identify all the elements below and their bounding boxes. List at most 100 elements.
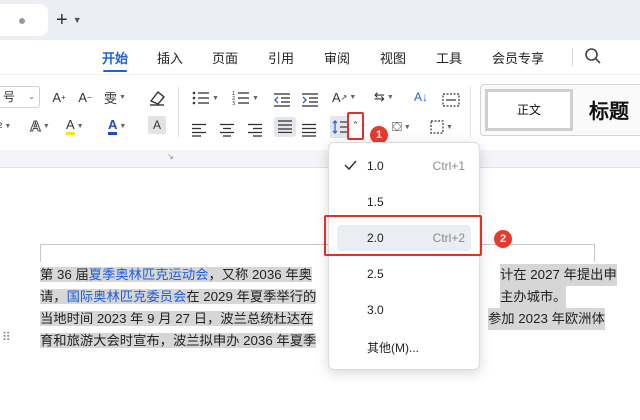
chevron-down-icon: ▼ [119,122,127,130]
shading-icon: A [152,118,161,132]
shading-button[interactable]: ⛋ ▼ [392,117,411,137]
justify-button[interactable] [274,117,296,137]
dialog-launcher-icon[interactable]: ↘ [167,152,174,161]
tab-insert[interactable]: 插入 [157,48,183,67]
style-heading[interactable]: 标题 [589,95,629,124]
increase-indent-icon[interactable] [302,90,318,110]
superscript-glyph: ² [0,118,3,134]
highlight-button[interactable]: A ▼ [66,116,84,136]
clear-format-icon[interactable] [147,88,167,108]
plus-icon: + [56,9,68,31]
pinyin-guide-button[interactable]: 雯 ▼ [104,87,126,107]
tab-page[interactable]: 页面 [212,48,238,67]
line-spacing-option-more[interactable]: 其他(M)... [337,333,471,359]
new-tab-button[interactable]: + ▼ [56,10,92,30]
search-icon[interactable] [584,47,602,65]
document-tab[interactable] [0,4,48,36]
text-effect-icon: A [30,117,42,135]
shrink-font-icon: A [78,89,87,105]
pinyin-icon: 雯 [104,90,118,106]
line-spacing-option-1-0[interactable]: 1.0 Ctrl+1 [337,153,471,179]
text-direction-button[interactable]: ⇆ ▼ [374,87,394,107]
style-normal[interactable]: 正文 [485,89,573,131]
chevron-down-icon: ▼ [72,15,82,25]
text-run: 当地时间 2023 年 9 月 27 日，波兰总统杜达在 [40,311,314,326]
borders-button[interactable]: ▼ [430,117,453,137]
bullet-list-button[interactable]: ▼ [192,88,219,108]
grow-font-button[interactable]: A + [48,87,70,107]
chevron-down-icon: ▼ [403,123,411,131]
font-color-icon: A [108,117,118,135]
chevron-up-icon: ⌃ [351,120,360,130]
menu-divider [572,48,573,66]
tab-view[interactable]: 视图 [380,48,406,67]
highlighter-icon: A [66,117,75,135]
chevron-down-icon: ▼ [349,93,357,101]
tab-membership[interactable]: 会员专享 [492,48,544,67]
line-spacing-option-2-5[interactable]: 2.5 [337,261,471,287]
chevron-down-icon: ▼ [212,94,219,102]
line-spacing-dropdown-toggle[interactable]: ⌃ [347,112,364,140]
text-effect-button[interactable]: A ▼ [30,116,50,136]
paint-bucket-icon: ⛋ [392,119,402,134]
align-left-icon[interactable] [192,120,206,140]
hyperlink[interactable]: 夏季奥林匹克运动会 [88,267,209,282]
document-line-1[interactable]: 第 36 届夏季奥林匹克运动会，又称 2036 年奥 计在 2027 年提出申 [40,264,617,286]
change-case-arrow-icon: ↗ [340,92,348,102]
active-tab-indicator [103,70,127,72]
chevron-down-icon: ▼ [252,94,259,102]
sort-icon: A↓ [414,90,429,104]
text-direction-icon: ⇆ [374,89,385,104]
change-case-icon: A [332,89,341,105]
ribbon-footer: ↘ [0,150,640,168]
numbered-list-icon: 123 [232,91,249,105]
document-line-4[interactable]: 育和旅游大会时宣布，波兰拟申办 2036 年夏季 [40,330,600,352]
margin-corner-right [594,244,595,262]
document-line-2[interactable]: 请，国际奥林匹克委员会在 2029 年夏季举行的 主办城市。 [40,286,600,308]
line-spacing-menu: 1.0 Ctrl+1 1.5 2.0 Ctrl+2 2.5 3.0 其他(M).… [328,142,480,370]
tab-tools[interactable]: 工具 [436,48,462,67]
text-run: ，又称 2036 年奥 [208,267,312,282]
ribbon-divider [470,86,471,138]
minus-small-icon: − [87,92,92,102]
shrink-font-button[interactable]: A − [74,87,96,107]
paragraph-drag-handle-icon[interactable]: ⠿ [2,330,12,344]
decrease-indent-icon[interactable] [274,90,290,110]
text-run: 主办城市。 [500,286,567,308]
document-line-3[interactable]: 当地时间 2023 年 9 月 27 日，波兰总统杜达在 参加 2023 年欧洲体 [40,308,605,330]
chevron-down-icon: ▼ [42,122,50,130]
font-size-select[interactable]: 号 ⌄ [0,86,40,108]
font-color-button[interactable]: A ▼ [108,116,126,136]
numbered-list-button[interactable]: 123 ▼ [232,88,259,108]
option-label: 1.0 [367,159,384,173]
sort-button[interactable]: A↓ [414,87,428,107]
font-size-value: 号 [3,90,16,104]
tab-review[interactable]: 审阅 [324,48,350,67]
line-spacing-button[interactable] [330,116,348,138]
text-run: 育和旅游大会时宣布，波兰拟申办 2036 年夏季 [40,333,317,348]
option-label: 2.5 [367,267,384,281]
hyperlink[interactable]: 国际奥林匹克委员会 [66,289,187,304]
text-run: 第 36 届 [40,267,89,282]
plus-small-icon: + [61,92,66,102]
line-spacing-icon [332,120,347,134]
line-spacing-option-3-0[interactable]: 3.0 [337,297,471,323]
chevron-down-icon: ▼ [446,123,453,131]
align-right-icon[interactable] [248,120,262,140]
text-run: 在 2029 年夏季举行的 [186,289,317,304]
align-justify-icon [278,120,292,133]
option-label: 1.5 [367,195,384,209]
font-size-row2[interactable]: ² ▼ [0,116,11,136]
tab-references[interactable]: 引用 [268,48,294,67]
tab-home[interactable]: 开始 [102,48,128,67]
text-run: 计在 2027 年提出申 [500,264,617,286]
align-center-icon[interactable] [220,120,234,140]
distributed-align-icon[interactable] [302,120,316,140]
show-marks-icon[interactable] [442,90,460,110]
line-spacing-option-1-5[interactable]: 1.5 [337,189,471,215]
character-shading-button[interactable]: A [148,116,166,134]
border-icon [430,120,444,134]
chevron-down-icon: ▼ [386,93,394,101]
change-case-button[interactable]: A ↗ ▼ [332,87,356,107]
chevron-down-icon: ▼ [119,93,126,101]
